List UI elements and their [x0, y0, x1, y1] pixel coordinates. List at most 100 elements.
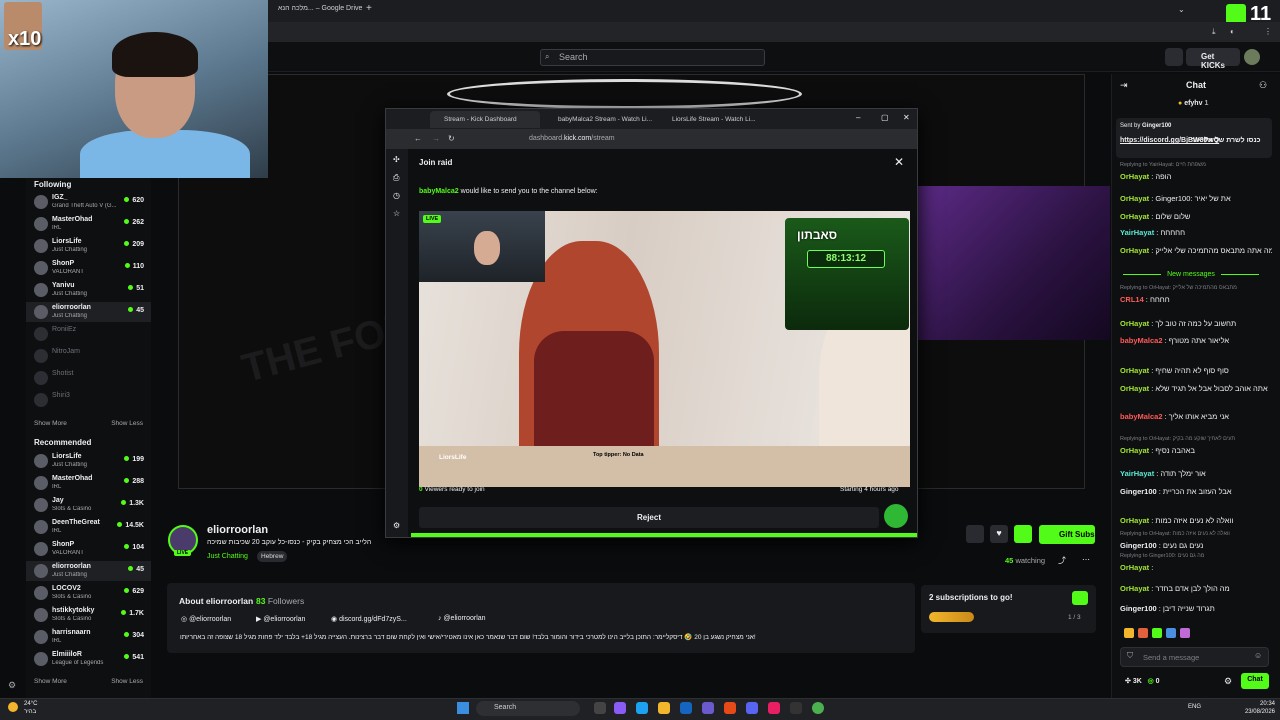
- chat-reply-context[interactable]: Replying to OrHayat: וואלה לא נעים איזה …: [1120, 531, 1230, 537]
- tiktok-link[interactable]: ♪ @eliorroorlan: [438, 615, 486, 622]
- taskbar-search[interactable]: Search: [476, 701, 580, 716]
- sidebar-item-shonp[interactable]: ShonP VALORANT 110: [26, 258, 151, 278]
- sidebar-item-jay[interactable]: Jay Slots & Casino 1.3K: [26, 495, 151, 515]
- chat-input[interactable]: Send a message: [1120, 647, 1269, 667]
- get-kicks-button[interactable]: Get KICKs: [1186, 48, 1240, 70]
- sidebar-item-nitrojam[interactable]: NitroJam: [26, 346, 151, 366]
- tab-list-chevron-icon[interactable]: ⌄: [1178, 5, 1185, 14]
- chat-message[interactable]: Ginger100: אבל העזוב את הכריית: [1120, 487, 1272, 496]
- store-icon[interactable]: [702, 702, 714, 714]
- emote-icon[interactable]: [1138, 628, 1148, 638]
- chat-username[interactable]: babyMalca2: [1120, 336, 1163, 345]
- show-more-recommended[interactable]: Show More: [34, 678, 67, 685]
- emote-icon[interactable]: [1152, 628, 1162, 638]
- window-close-icon[interactable]: ✕: [903, 113, 910, 122]
- chat-message[interactable]: babyMalca2: אליאור אתה מטורף: [1120, 336, 1272, 345]
- windows-start-icon[interactable]: [457, 702, 469, 714]
- stream-category[interactable]: Just Chatting: [207, 553, 248, 560]
- mail-icon[interactable]: [680, 702, 692, 714]
- sidebar-item-hstikkytokky[interactable]: hstikkytokky Slots & Casino 1.7K: [26, 605, 151, 625]
- show-less-recommended[interactable]: Show Less: [111, 678, 143, 685]
- add-icon[interactable]: [1014, 525, 1032, 543]
- show-more-following[interactable]: Show More: [34, 420, 67, 427]
- language-indicator[interactable]: ENG: [1188, 704, 1201, 710]
- dashboard-nav-icon[interactable]: ◷: [393, 191, 400, 200]
- follow-heart-icon[interactable]: ♥: [990, 525, 1008, 543]
- chat-username[interactable]: OrHayat: [1120, 172, 1149, 181]
- share-icon[interactable]: ⤴: [1058, 555, 1066, 566]
- chat-message[interactable]: YairHayat: חחחחח: [1120, 228, 1272, 237]
- discord-icon[interactable]: [746, 702, 758, 714]
- reject-raid-button[interactable]: Reject: [419, 507, 879, 528]
- chat-message[interactable]: OrHayat: מה הולך לבן אדם בחדר: [1120, 584, 1272, 593]
- maximize-icon[interactable]: ▢: [881, 113, 889, 122]
- extension-icon[interactable]: ◐: [1230, 27, 1235, 36]
- language-tag[interactable]: Hebrew: [257, 551, 288, 562]
- chat-username[interactable]: OrHayat: [1120, 384, 1149, 393]
- tab-babymalca2[interactable]: babyMalca2 Stream - Watch Li...: [544, 111, 654, 128]
- sidebar-item-shiri3[interactable]: Shiri3: [26, 390, 151, 410]
- sidebar-item-liorslife[interactable]: LiorsLife Just Chatting 199: [26, 451, 151, 471]
- chat-username[interactable]: OrHayat: [1120, 319, 1149, 328]
- music-icon[interactable]: [768, 702, 780, 714]
- chat-username[interactable]: OrHayat: [1120, 246, 1149, 255]
- sidebar-item-eliorroorlan[interactable]: eliorroorlan Just Chatting 45: [26, 561, 151, 581]
- more-options-icon[interactable]: ⋯: [1082, 555, 1090, 564]
- chat-username[interactable]: YairHayat: [1120, 469, 1154, 478]
- app-icon[interactable]: [614, 702, 626, 714]
- tab-kick-dashboard[interactable]: Stream - Kick Dashboard: [430, 111, 540, 128]
- chat-reply-context[interactable]: Replying to OrHayat: מתבאס מהתמיכה של אל…: [1120, 285, 1237, 291]
- settings-gear-icon[interactable]: ⚙: [8, 680, 16, 691]
- clock[interactable]: 20:34 23/08/2026: [1239, 700, 1275, 716]
- emoji-icon[interactable]: ☺: [1254, 651, 1262, 660]
- sidebar-item-shotist[interactable]: Shotist: [26, 368, 151, 388]
- show-less-following[interactable]: Show Less: [111, 420, 143, 427]
- firefox-icon[interactable]: [724, 702, 736, 714]
- chat-send-button[interactable]: Chat: [1241, 673, 1269, 689]
- chat-message[interactable]: OrHayat: סוף סוף לא תהיה שחיף: [1120, 366, 1272, 375]
- chat-message[interactable]: OrHayat: וואלה לא נעים איזה כמות: [1120, 516, 1272, 525]
- chat-username[interactable]: OrHayat: [1120, 194, 1149, 203]
- chat-message[interactable]: YairHayat: אור ימלך תודה: [1120, 469, 1272, 478]
- minimize-icon[interactable]: –: [856, 113, 860, 122]
- dashboard-nav-icon[interactable]: ⎙: [393, 173, 399, 183]
- chat-username[interactable]: OrHayat: [1120, 366, 1149, 375]
- youtube-link[interactable]: ▶ @eliorroorlan: [256, 615, 305, 623]
- channel-name[interactable]: eliorroorlan: [207, 524, 268, 536]
- chat-username[interactable]: Ginger100: [1120, 604, 1157, 613]
- sidebar-item-locov2[interactable]: LOCOV2 Slots & Casino 629: [26, 583, 151, 603]
- sidebar-item-eliorroorlan[interactable]: eliorroorlan Just Chatting 45: [26, 302, 151, 322]
- chat-reply-context[interactable]: Replying to OrHayat: תעים לאחיך שוקע מה …: [1120, 436, 1235, 442]
- chat-username[interactable]: Ginger100: [1120, 541, 1157, 550]
- sidebar-item-masterohad[interactable]: MasterOhad IRL 288: [26, 473, 151, 493]
- chat-username[interactable]: Ginger100: [1120, 487, 1157, 496]
- emote-icon[interactable]: [1124, 628, 1134, 638]
- dashboard-nav-icon[interactable]: ☆: [393, 209, 400, 218]
- chat-message[interactable]: CRL14: חחחח: [1120, 295, 1272, 304]
- chat-message[interactable]: OrHayat:: [1120, 563, 1272, 572]
- download-icon[interactable]: ⤓: [1212, 27, 1216, 37]
- collapse-chat-icon[interactable]: ⇥: [1120, 80, 1128, 91]
- task-view-icon[interactable]: [594, 702, 606, 714]
- instagram-link[interactable]: ◎ @eliorroorlan: [181, 615, 231, 623]
- gift-subs-button[interactable]: Gift Subs: [1039, 525, 1095, 544]
- raid-address-bar[interactable]: ← → ↻: [386, 129, 917, 149]
- chat-users-icon[interactable]: ⚇: [1259, 80, 1267, 91]
- sidebar-item-elmiiilor[interactable]: ElmiiiloR League of Legends 541: [26, 649, 151, 669]
- gift-icon[interactable]: [1072, 591, 1088, 605]
- chrome-icon[interactable]: [812, 702, 824, 714]
- chat-message[interactable]: OrHayat: באהבה נסיף: [1120, 446, 1272, 455]
- chat-username[interactable]: OrHayat: [1120, 563, 1149, 572]
- chat-message[interactable]: OrHayat: אתה אוהב לסבול אבל אל תגיד שלא: [1120, 384, 1272, 393]
- sidebar-item-shonp[interactable]: ShonP VALORANT 104: [26, 539, 151, 559]
- back-icon[interactable]: ←: [414, 134, 422, 143]
- chat-message[interactable]: Ginger100: תגרוד שנייה דיבן: [1120, 604, 1272, 613]
- accept-raid-button[interactable]: [884, 504, 908, 528]
- chat-username[interactable]: YairHayat: [1120, 228, 1154, 237]
- chat-message[interactable]: OrHayat: Ginger100: את של יאיר: [1120, 194, 1272, 203]
- chat-username[interactable]: OrHayat: [1120, 212, 1149, 221]
- chat-message[interactable]: babyMalca2: אני מביא אותו אליך: [1120, 412, 1272, 421]
- dashboard-nav-icon[interactable]: ✣: [393, 155, 400, 164]
- chat-message[interactable]: OrHayat: הופה: [1120, 172, 1272, 181]
- emote-row[interactable]: [1124, 628, 1268, 638]
